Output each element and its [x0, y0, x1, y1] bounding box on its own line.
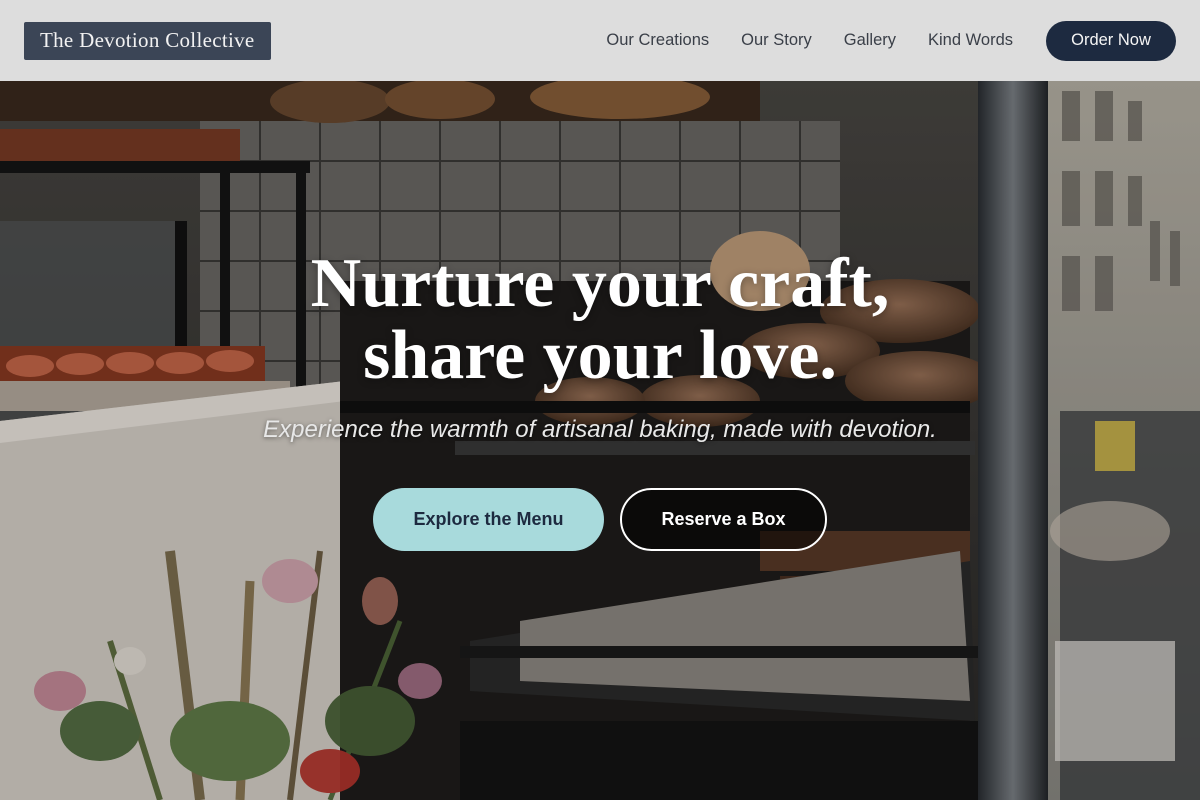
explore-menu-button[interactable]: Explore the Menu	[373, 488, 604, 551]
hero-section	[0, 81, 1200, 800]
hero-overlay	[0, 81, 1200, 800]
nav-link-gallery[interactable]: Gallery	[844, 31, 896, 50]
reserve-box-button[interactable]: Reserve a Box	[620, 488, 827, 551]
site-logo[interactable]: The Devotion Collective	[24, 21, 271, 60]
site-header: The Devotion Collective Our Creations Ou…	[0, 0, 1200, 81]
main-nav: Our Creations Our Story Gallery Kind Wor…	[574, 20, 1176, 61]
order-now-button[interactable]: Order Now	[1046, 20, 1176, 61]
nav-link-our-story[interactable]: Our Story	[741, 31, 812, 50]
nav-link-kind-words[interactable]: Kind Words	[928, 31, 1013, 50]
nav-link-our-creations[interactable]: Our Creations	[606, 31, 709, 50]
hero-button-row: Explore the Menu Reserve a Box	[373, 488, 827, 551]
